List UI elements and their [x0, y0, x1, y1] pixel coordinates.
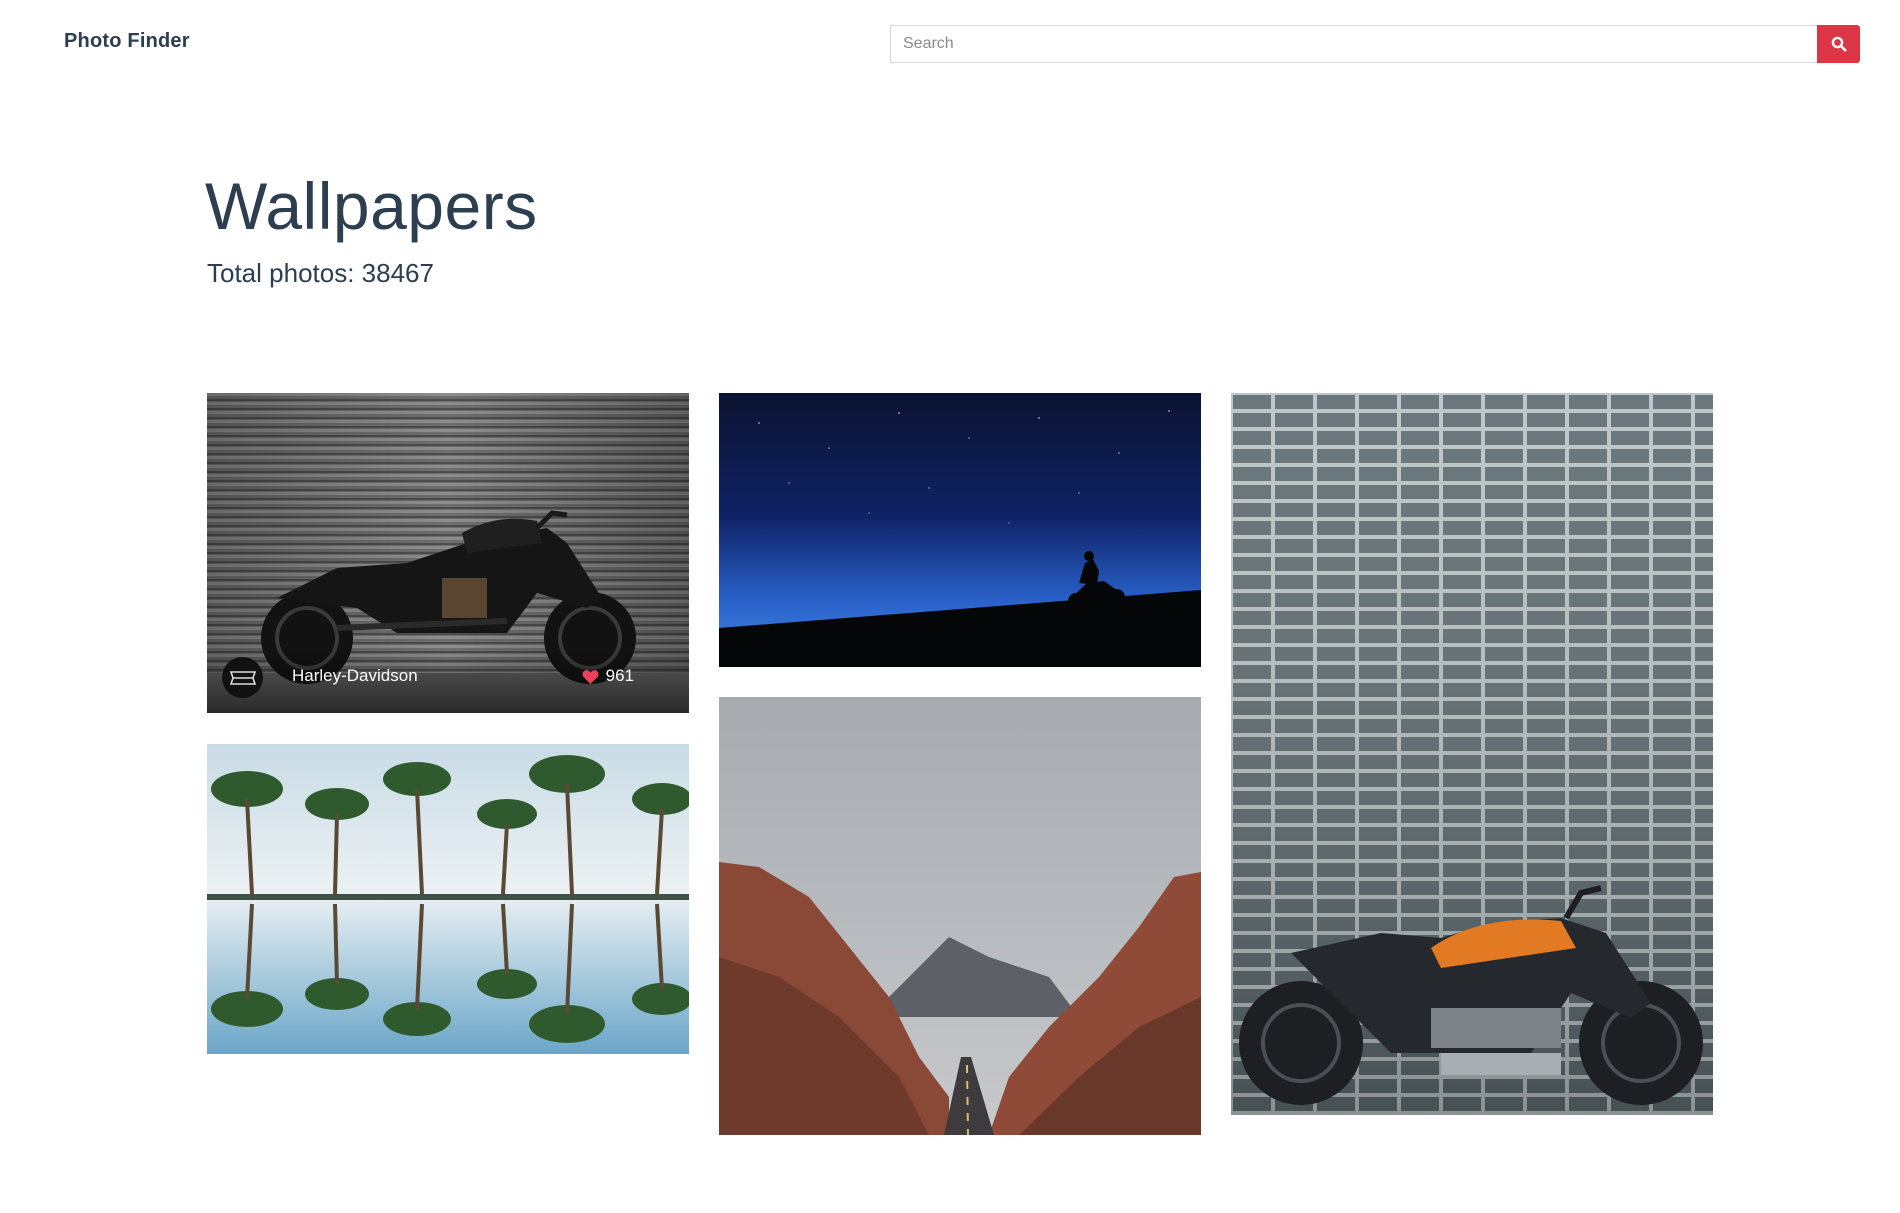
harley-logo-icon[interactable] [222, 657, 263, 698]
photo-card-canyon-road[interactable] [719, 697, 1201, 1135]
heart-icon [582, 669, 599, 684]
photo-image [719, 697, 1201, 1135]
search-input[interactable] [890, 25, 1817, 63]
total-photos-count: Total photos: 38467 [207, 258, 434, 288]
page-title: Wallpapers [205, 169, 538, 243]
photo-card-tiled-wall-bike[interactable] [1231, 393, 1713, 1115]
likes-count: 961 [582, 666, 634, 686]
search-icon [1831, 36, 1846, 52]
photo-card-night-rider[interactable] [719, 393, 1201, 667]
brand-link[interactable]: Photo Finder [64, 30, 190, 53]
photo-image [719, 393, 1201, 667]
photo-image [1231, 393, 1713, 1115]
likes-value: 961 [605, 666, 634, 685]
photo-card-palm-reflection[interactable] [207, 744, 689, 1054]
photo-card-harley-black[interactable]: Harley-Davidson 961 [207, 393, 689, 713]
search-form [890, 25, 1860, 63]
photo-author[interactable]: Harley-Davidson [292, 666, 418, 686]
photo-image [207, 744, 689, 1054]
top-navbar: Photo Finder [0, 0, 1900, 88]
search-button[interactable] [1817, 25, 1860, 63]
